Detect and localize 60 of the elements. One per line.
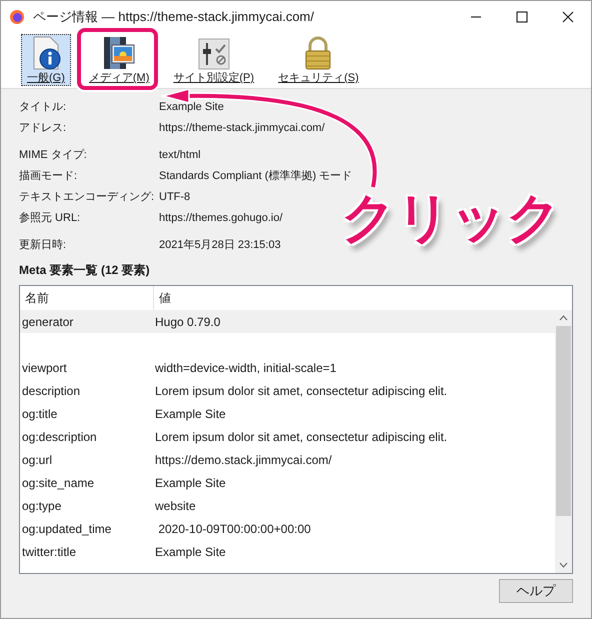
table-row[interactable]: twitter:title Example Site — [20, 540, 555, 563]
meta-value: Example Site — [154, 544, 227, 560]
meta-value: Example Site — [154, 406, 227, 422]
toolbar-tab[interactable]: メディア(M) — [82, 34, 156, 86]
field-label: 更新日時: — [19, 238, 68, 254]
film-picture-icon — [101, 35, 138, 71]
maximize-icon[interactable] — [516, 11, 528, 23]
field-label: 参照元 URL: — [19, 211, 82, 226]
field-label: テキストエンコーディング: — [19, 190, 156, 206]
window-title: ページ情報 — https://theme-stack.jimmycai.com/ — [33, 8, 314, 26]
column-header[interactable]: 値 — [154, 286, 572, 310]
table-row[interactable]: og:updated_time 2020-10-09T00:00:00+00:00 — [20, 517, 555, 540]
meta-name: twitter:title — [21, 544, 78, 560]
meta-value: https://demo.stack.jimmycai.com/ — [154, 452, 333, 468]
toolbar-tab[interactable]: 一般(G) — [21, 34, 71, 86]
scrollbar[interactable] — [555, 310, 572, 573]
meta-value: Example Site — [154, 474, 227, 492]
table-row[interactable]: generator Hugo 0.79.0 — [20, 310, 555, 333]
field-value: Example Site — [159, 100, 224, 116]
meta-value: Lorem ipsum dolor sit amet, consectetur adipiscing elit. — [154, 428, 448, 446]
table-row[interactable]: og:site_name Example Site — [20, 471, 555, 494]
meta-value: Hugo 0.79.0 — [154, 314, 222, 330]
meta-name: og:site_name — [21, 474, 96, 492]
browser-logo-icon — [9, 9, 25, 25]
meta-name: og:url — [21, 452, 54, 468]
annotation-text: クリック — [341, 191, 561, 245]
meta-value: 2020-10-09T00:00:00+00:00 — [157, 520, 312, 538]
help-button[interactable]: ヘルプ — [499, 579, 573, 603]
meta-name: og:description — [21, 428, 98, 446]
meta-name: og:title — [21, 406, 58, 422]
field-label: タイトル: — [19, 100, 68, 116]
field-value: https://themes.gohugo.io/ — [159, 211, 283, 226]
field-label: 描画モード: — [19, 169, 78, 184]
table-row[interactable]: og:url https://demo.stack.jimmycai.com/ — [20, 448, 555, 471]
field-label: アドレス: — [19, 121, 68, 136]
field-value: 2021年5月28日 23:15:03 — [159, 238, 281, 254]
meta-name: generator — [21, 314, 74, 330]
meta-name: og:updated_time — [21, 520, 112, 538]
meta-heading: Meta 要素一覧 (12 要素) — [19, 262, 150, 279]
toolbar-tab[interactable]: セキュリティ(S) — [272, 34, 365, 86]
meta-value: website — [154, 498, 197, 514]
meta-name: description — [21, 382, 82, 400]
close-icon[interactable] — [562, 11, 574, 23]
meta-name: og:type — [21, 498, 62, 514]
meta-name: viewport — [21, 360, 68, 376]
field-value: Standards Compliant (標準準拠) モード — [159, 169, 352, 184]
scroll-up-icon[interactable] — [559, 315, 568, 321]
meta-value: Lorem ipsum dolor sit amet, consectetur adipiscing elit. — [154, 382, 448, 400]
table-row[interactable]: og:description Lorem ipsum dolor sit amet, consectetur adipiscing elit. — [20, 425, 555, 448]
table-row[interactable]: description Lorem ipsum dolor sit amet, consectetur adipiscing elit. — [20, 379, 555, 402]
meta-value: width=device-width, initial-scale=1 — [154, 360, 338, 376]
scroll-down-icon[interactable] — [559, 562, 568, 568]
scroll-thumb[interactable] — [556, 326, 571, 516]
table-row[interactable]: viewport width=device-width, initial-scale=1 — [20, 356, 555, 379]
field-value: UTF-8 — [159, 190, 190, 206]
field-label: MIME タイプ: — [19, 148, 88, 164]
field-value: https://theme-stack.jimmycai.com/ — [159, 121, 325, 136]
field-value: text/html — [159, 148, 201, 164]
table-row[interactable]: og:type website — [20, 494, 555, 517]
table-row[interactable]: og:title Example Site — [20, 402, 555, 425]
